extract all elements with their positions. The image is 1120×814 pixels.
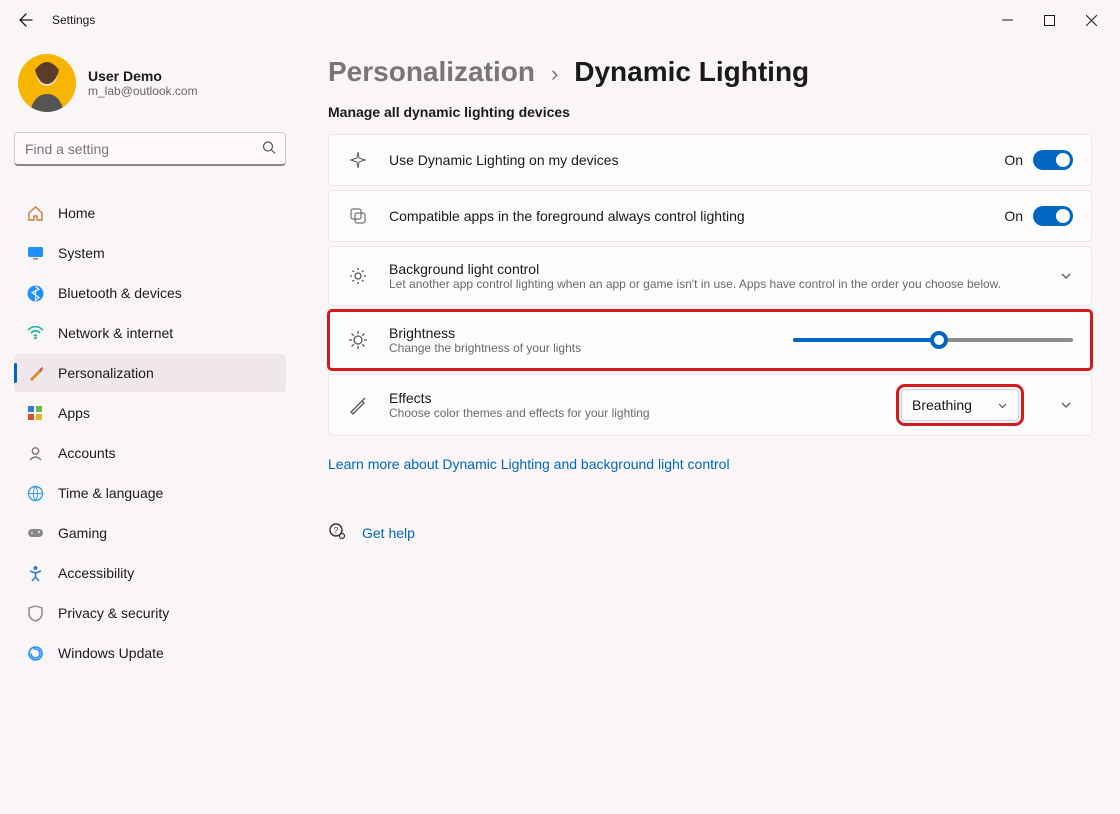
globe-clock-icon: [26, 484, 44, 502]
apps-icon: [26, 404, 44, 422]
person-icon: [26, 444, 44, 462]
help-icon: ?: [328, 522, 346, 543]
toggle-state-label: On: [1004, 152, 1023, 168]
dropdown-value: Breathing: [912, 397, 972, 413]
bluetooth-icon: [26, 284, 44, 302]
nav-apps[interactable]: Apps: [14, 394, 286, 432]
arrow-left-icon: [18, 12, 34, 28]
maximize-button[interactable]: [1028, 4, 1070, 36]
sidebar: User Demo m_lab@outlook.com Home System …: [0, 40, 300, 814]
nav-label: Personalization: [58, 365, 154, 381]
main-content: Personalization › Dynamic Lighting Manag…: [300, 40, 1120, 814]
card-foreground-apps-toggle[interactable]: Compatible apps in the foreground always…: [328, 190, 1092, 242]
nav-gaming[interactable]: Gaming: [14, 514, 286, 552]
card-title: Compatible apps in the foreground always…: [389, 208, 984, 224]
toggle-state-label: On: [1004, 208, 1023, 224]
nav-label: Accounts: [58, 445, 116, 461]
minimize-button[interactable]: [986, 4, 1028, 36]
nav-accessibility[interactable]: Accessibility: [14, 554, 286, 592]
nav-network[interactable]: Network & internet: [14, 314, 286, 352]
chevron-down-icon[interactable]: [1059, 398, 1073, 412]
svg-text:?: ?: [334, 526, 339, 535]
section-subtitle: Manage all dynamic lighting devices: [328, 104, 1092, 120]
chevron-right-icon: ›: [551, 61, 558, 87]
nav-label: Apps: [58, 405, 90, 421]
card-description: Change the brightness of your lights: [389, 341, 589, 355]
back-button[interactable]: [8, 2, 44, 38]
card-title: Brightness: [389, 325, 589, 341]
card-dynamic-lighting-toggle[interactable]: Use Dynamic Lighting on my devices On: [328, 134, 1092, 186]
update-icon: [26, 644, 44, 662]
brightness-icon: [347, 329, 369, 351]
nav-label: Windows Update: [58, 645, 164, 661]
avatar: [18, 54, 76, 112]
user-name: User Demo: [88, 68, 198, 84]
nav-privacy[interactable]: Privacy & security: [14, 594, 286, 632]
app-title: Settings: [52, 13, 95, 27]
wifi-icon: [26, 324, 44, 342]
toggle-switch[interactable]: [1033, 206, 1073, 226]
search-box: [14, 132, 286, 166]
nav-label: Privacy & security: [58, 605, 169, 621]
nav-time[interactable]: Time & language: [14, 474, 286, 512]
slider-thumb[interactable]: [930, 331, 948, 349]
nav-label: System: [58, 245, 105, 261]
user-block[interactable]: User Demo m_lab@outlook.com: [14, 48, 286, 126]
sparkle-icon: [347, 149, 369, 171]
nav-system[interactable]: System: [14, 234, 286, 272]
paintbrush-icon: [26, 364, 44, 382]
nav-label: Network & internet: [58, 325, 173, 341]
nav-list: Home System Bluetooth & devices Network …: [14, 194, 286, 672]
search-input[interactable]: [14, 132, 286, 166]
nav-label: Home: [58, 205, 95, 221]
page-title: Dynamic Lighting: [574, 56, 809, 88]
nav-update[interactable]: Windows Update: [14, 634, 286, 672]
nav-label: Bluetooth & devices: [58, 285, 182, 301]
accessibility-icon: [26, 564, 44, 582]
shield-icon: [26, 604, 44, 622]
card-brightness[interactable]: Brightness Change the brightness of your…: [328, 310, 1092, 370]
card-title: Effects: [389, 390, 881, 406]
nav-personalization[interactable]: Personalization: [14, 354, 286, 392]
close-button[interactable]: [1070, 4, 1112, 36]
nav-label: Gaming: [58, 525, 107, 541]
card-title: Use Dynamic Lighting on my devices: [389, 152, 984, 168]
nav-label: Time & language: [58, 485, 163, 501]
user-email: m_lab@outlook.com: [88, 84, 198, 98]
card-description: Choose color themes and effects for your…: [389, 406, 881, 420]
titlebar: Settings: [0, 0, 1120, 40]
window-controls: [986, 4, 1112, 36]
layers-icon: [347, 205, 369, 227]
learn-more-row: Learn more about Dynamic Lighting and ba…: [328, 456, 1092, 472]
gamepad-icon: [26, 524, 44, 542]
nav-home[interactable]: Home: [14, 194, 286, 232]
card-description: Let another app control lighting when an…: [389, 277, 1039, 291]
get-help-link[interactable]: Get help: [362, 525, 415, 541]
monitor-icon: [26, 244, 44, 262]
card-effects[interactable]: Effects Choose color themes and effects …: [328, 374, 1092, 436]
learn-more-link[interactable]: Learn more about Dynamic Lighting and ba…: [328, 456, 730, 472]
gear-icon: [347, 265, 369, 287]
breadcrumb: Personalization › Dynamic Lighting: [328, 56, 1092, 88]
toggle-switch[interactable]: [1033, 150, 1073, 170]
nav-accounts[interactable]: Accounts: [14, 434, 286, 472]
card-title: Background light control: [389, 261, 1039, 277]
card-background-light-control[interactable]: Background light control Let another app…: [328, 246, 1092, 306]
breadcrumb-parent[interactable]: Personalization: [328, 56, 535, 88]
nav-label: Accessibility: [58, 565, 134, 581]
chevron-down-icon: [997, 400, 1008, 411]
get-help-row: ? Get help: [328, 522, 1092, 543]
effects-dropdown[interactable]: Breathing: [901, 389, 1019, 421]
pen-icon: [347, 394, 369, 416]
brightness-slider[interactable]: [793, 338, 1073, 342]
home-icon: [26, 204, 44, 222]
nav-bluetooth[interactable]: Bluetooth & devices: [14, 274, 286, 312]
chevron-down-icon: [1059, 269, 1073, 283]
